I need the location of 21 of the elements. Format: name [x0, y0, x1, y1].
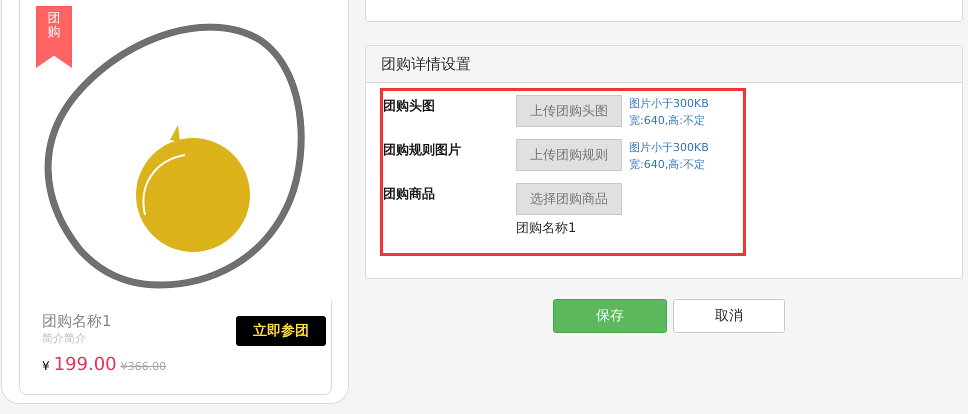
original-price: ¥366.00 — [120, 360, 166, 373]
join-button[interactable]: 立即参团 — [236, 316, 326, 346]
hint-text: 宽:640,高:不定 — [629, 113, 706, 129]
cancel-button[interactable]: 取消 — [673, 299, 785, 333]
currency-symbol: ¥ — [42, 359, 50, 373]
product-name: 团购名称1 — [42, 312, 112, 331]
ribbon-badge: 团购 — [36, 6, 72, 68]
hint-text: 图片小于300KB — [629, 140, 709, 156]
selected-product: 团购名称1 — [516, 220, 578, 237]
field-label: 团购头图 — [383, 98, 436, 116]
field-label: 团购商品 — [383, 186, 436, 204]
hint-text: 宽:640,高:不定 — [629, 157, 706, 173]
price: 199.00 — [54, 354, 117, 375]
save-button[interactable]: 保存 — [553, 299, 667, 333]
upload-button[interactable]: 选择团购商品 — [516, 183, 622, 215]
upload-button[interactable]: 上传团购规则 — [516, 139, 622, 171]
product-intro: 简介简介 — [42, 331, 87, 346]
upload-button[interactable]: 上传团购头图 — [516, 95, 622, 127]
hint-text: 图片小于300KB — [629, 96, 709, 112]
field-label: 团购规则图片 — [383, 142, 462, 160]
panel-title: 团购详情设置 — [381, 54, 471, 74]
